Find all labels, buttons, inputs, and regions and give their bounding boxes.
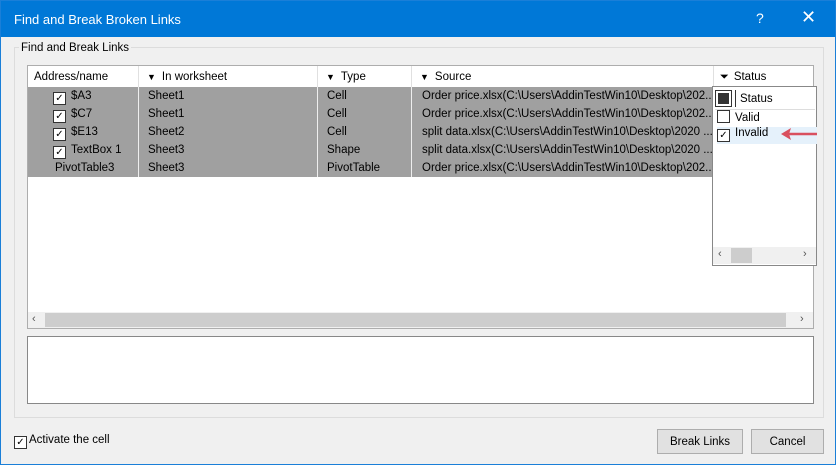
close-button[interactable]: ✕ [801, 7, 816, 28]
cell-type: Cell [318, 87, 412, 105]
row-checkbox[interactable]: ✓ [53, 128, 66, 141]
cell-worksheet: Sheet1 [139, 105, 318, 123]
status-filter-popup: Status Valid ✓ Invalid ‹ › [712, 86, 817, 266]
cell-type: Cell [318, 123, 412, 141]
filter-header-label: Status [740, 93, 773, 105]
dialog-window: Find and Break Broken Links ? ✕ Find and… [0, 0, 836, 465]
header-label: Status [733, 71, 767, 83]
row-checkbox[interactable]: ✓ [53, 110, 66, 123]
checkbox[interactable] [717, 110, 730, 123]
checkbox[interactable]: ✓ [14, 436, 27, 449]
cell-worksheet: Sheet3 [139, 159, 318, 177]
table-row[interactable]: PivotTable3 Sheet3 PivotTable Order pric… [28, 159, 712, 177]
header-label: Address/name [34, 71, 109, 83]
scroll-left-icon[interactable]: ‹ [32, 313, 36, 325]
red-arrow-annotation [781, 128, 817, 140]
option-label: Invalid [735, 127, 769, 139]
table-row[interactable]: ✓ $A3 Sheet1 Cell Order price.xlsx(C:\Use… [28, 87, 712, 105]
activate-cell-checkbox[interactable]: ✓ Activate the cell [14, 434, 110, 449]
cell-type: Cell [318, 105, 412, 123]
column-header-address[interactable]: Address/name [28, 66, 139, 87]
scroll-right-icon[interactable]: › [803, 248, 807, 260]
column-header-type[interactable]: ▼ Type [318, 66, 412, 87]
group-label: Find and Break Links [19, 42, 132, 54]
option-label: Valid [735, 112, 760, 124]
filter-dropdown-icon[interactable]: ▼ [326, 72, 335, 82]
table-row[interactable]: ✓ $E13 Sheet2 Cell split data.xlsx(C:\Use… [28, 123, 712, 141]
scrollbar-thumb[interactable] [45, 313, 786, 327]
cell-address: $A3 [71, 90, 92, 102]
filter-select-all[interactable]: Status [715, 90, 815, 110]
filter-option-valid[interactable]: Valid [717, 110, 815, 127]
cell-source: split data.xlsx(C:\Users\AddinTestWin10\… [422, 144, 712, 156]
help-button[interactable]: ? [756, 10, 764, 26]
cell-address: PivotTable3 [55, 162, 115, 174]
message-textbox[interactable] [27, 336, 814, 404]
filter-dropdown-icon[interactable]: ▼ [147, 72, 156, 82]
cell-source: split data.xlsx(C:\Users\AddinTestWin10\… [422, 126, 712, 138]
column-header-status[interactable]: ⏷ Status [714, 66, 814, 87]
cancel-button[interactable]: Cancel [751, 429, 824, 454]
row-checkbox[interactable]: ✓ [53, 146, 66, 159]
header-label: Source [434, 71, 472, 83]
scroll-right-icon[interactable]: › [800, 313, 804, 325]
cell-address: TextBox 1 [71, 144, 122, 156]
column-header-source[interactable]: ▼ Source [412, 66, 714, 87]
activate-cell-label: Activate the cell [29, 434, 110, 446]
scroll-left-icon[interactable]: ‹ [718, 248, 722, 260]
filter-funnel-icon[interactable]: ⏷ [720, 71, 729, 83]
window-title: Find and Break Broken Links [14, 12, 181, 27]
cell-worksheet: Sheet1 [139, 87, 318, 105]
cell-type: Shape [318, 141, 412, 159]
cell-source: Order price.xlsx(C:\Users\AddinTestWin10… [422, 162, 712, 174]
title-bar: Find and Break Broken Links ? ✕ [1, 1, 835, 37]
checkbox[interactable]: ✓ [717, 129, 730, 142]
break-links-button[interactable]: Break Links [657, 429, 743, 454]
cell-worksheet: Sheet3 [139, 141, 318, 159]
row-checkbox[interactable]: ✓ [53, 92, 66, 105]
popup-horizontal-scrollbar[interactable]: ‹ › [713, 247, 816, 264]
cell-address: $C7 [71, 108, 93, 120]
column-header-worksheet[interactable]: ▼ In worksheet [139, 66, 318, 87]
cell-type: PivotTable [318, 159, 412, 177]
select-all-checkbox[interactable] [715, 90, 732, 107]
header-label: Type [340, 71, 366, 83]
cell-address: $E13 [71, 126, 98, 138]
cell-worksheet: Sheet2 [139, 123, 318, 141]
horizontal-scrollbar[interactable]: ‹ › [28, 312, 813, 328]
cell-source: Order price.xlsx(C:\Users\AddinTestWin10… [422, 108, 712, 120]
table-row[interactable]: ✓ TextBox 1 Sheet3 Shape split data.xlsx(… [28, 141, 712, 159]
cell-source: Order price.xlsx(C:\Users\AddinTestWin10… [422, 90, 712, 102]
scrollbar-thumb[interactable] [731, 248, 752, 263]
table-row[interactable]: ✓ $C7 Sheet1 Cell Order price.xlsx(C:\Use… [28, 105, 712, 123]
header-label: In worksheet [161, 71, 228, 83]
links-grid: Address/name ▼ In worksheet ▼ Type ▼ Source… [27, 65, 814, 329]
filter-dropdown-icon[interactable]: ▼ [420, 72, 429, 82]
